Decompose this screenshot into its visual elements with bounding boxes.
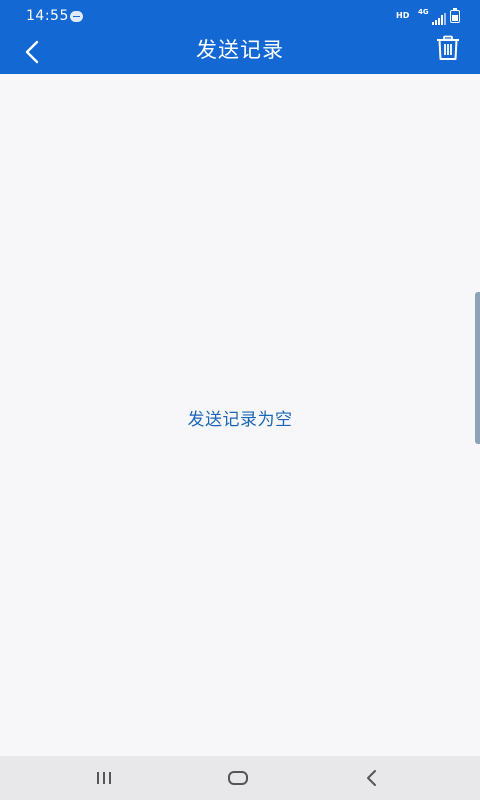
status-hd-label: HD: [396, 11, 410, 20]
back-icon: [367, 770, 376, 786]
nav-home-button[interactable]: [218, 762, 258, 794]
nav-recents-button[interactable]: [84, 762, 124, 794]
home-icon: [228, 771, 248, 785]
recents-icon: [97, 772, 111, 784]
status-bar: 14:55 HD 4G: [0, 0, 480, 34]
page-title: 发送记录: [196, 38, 284, 62]
status-4g-label: 4G: [418, 8, 429, 16]
system-nav-bar: [0, 756, 480, 800]
status-time: 14:55: [26, 8, 69, 24]
app-bar: 发送记录: [0, 34, 480, 74]
trash-icon: [437, 35, 459, 60]
empty-state-message: 发送记录为空: [187, 410, 293, 430]
battery-icon: [450, 8, 460, 23]
scroll-indicator[interactable]: [475, 292, 480, 444]
signal-icon: [432, 10, 446, 29]
record-list-area[interactable]: 发送记录为空: [0, 74, 480, 756]
message-icon: [70, 11, 83, 22]
nav-back-button[interactable]: [352, 762, 392, 794]
delete-button[interactable]: [428, 30, 468, 66]
